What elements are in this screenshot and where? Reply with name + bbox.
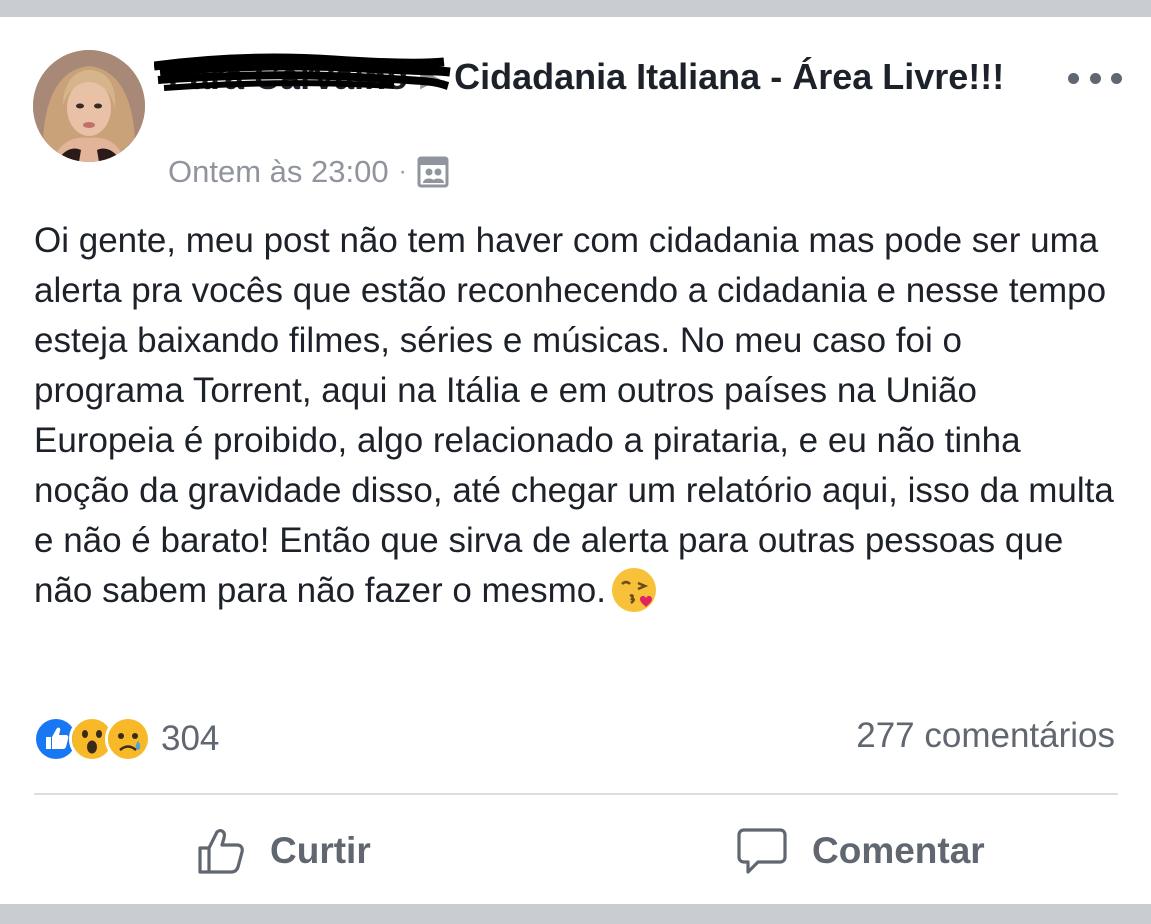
group-members-icon [417,156,449,188]
sad-reaction-icon [105,716,151,762]
author-avatar[interactable] [33,50,145,162]
meta-separator: · [398,158,407,185]
thumbs-up-icon [198,829,244,874]
reactions-summary[interactable]: 304 [33,713,219,765]
top-frame-band [0,0,1151,17]
reactions-count[interactable]: 304 [161,719,219,759]
group-name-link[interactable]: Cidadania Italiana - Área Livre!!! [454,56,1004,97]
comment-bubble-icon [737,828,787,874]
comment-button[interactable]: Comentar [736,818,985,884]
more-dot-icon [1111,72,1122,84]
like-button[interactable]: Curtir [196,818,371,884]
more-options-button[interactable] [1068,64,1122,92]
bottom-frame-band [0,904,1151,924]
more-dot-icon [1068,72,1079,84]
post-header: Lara Carvalho ▶ Cidadania Italiana - Área… [154,52,1048,102]
like-button-label[interactable]: Curtir [270,830,371,872]
share-to-arrow-icon: ▶ [420,62,441,92]
comment-button-label[interactable]: Comentar [812,830,985,872]
author-name-text[interactable]: Lara Carvalho [168,56,408,97]
post-text-content: Oi gente, meu post não tem haver com cid… [34,221,1114,610]
post-text: Oi gente, meu post não tem haver com cid… [34,216,1120,616]
kiss-emoji-icon [610,566,658,614]
author-name[interactable]: Lara Carvalho [154,52,451,102]
post-meta: Ontem às 23:00 · [168,152,449,192]
post-timestamp[interactable]: Ontem às 23:00 [168,154,389,190]
comments-count-link[interactable]: 277 comentários [856,716,1115,756]
more-dot-icon [1089,72,1101,84]
actions-divider [34,793,1118,795]
